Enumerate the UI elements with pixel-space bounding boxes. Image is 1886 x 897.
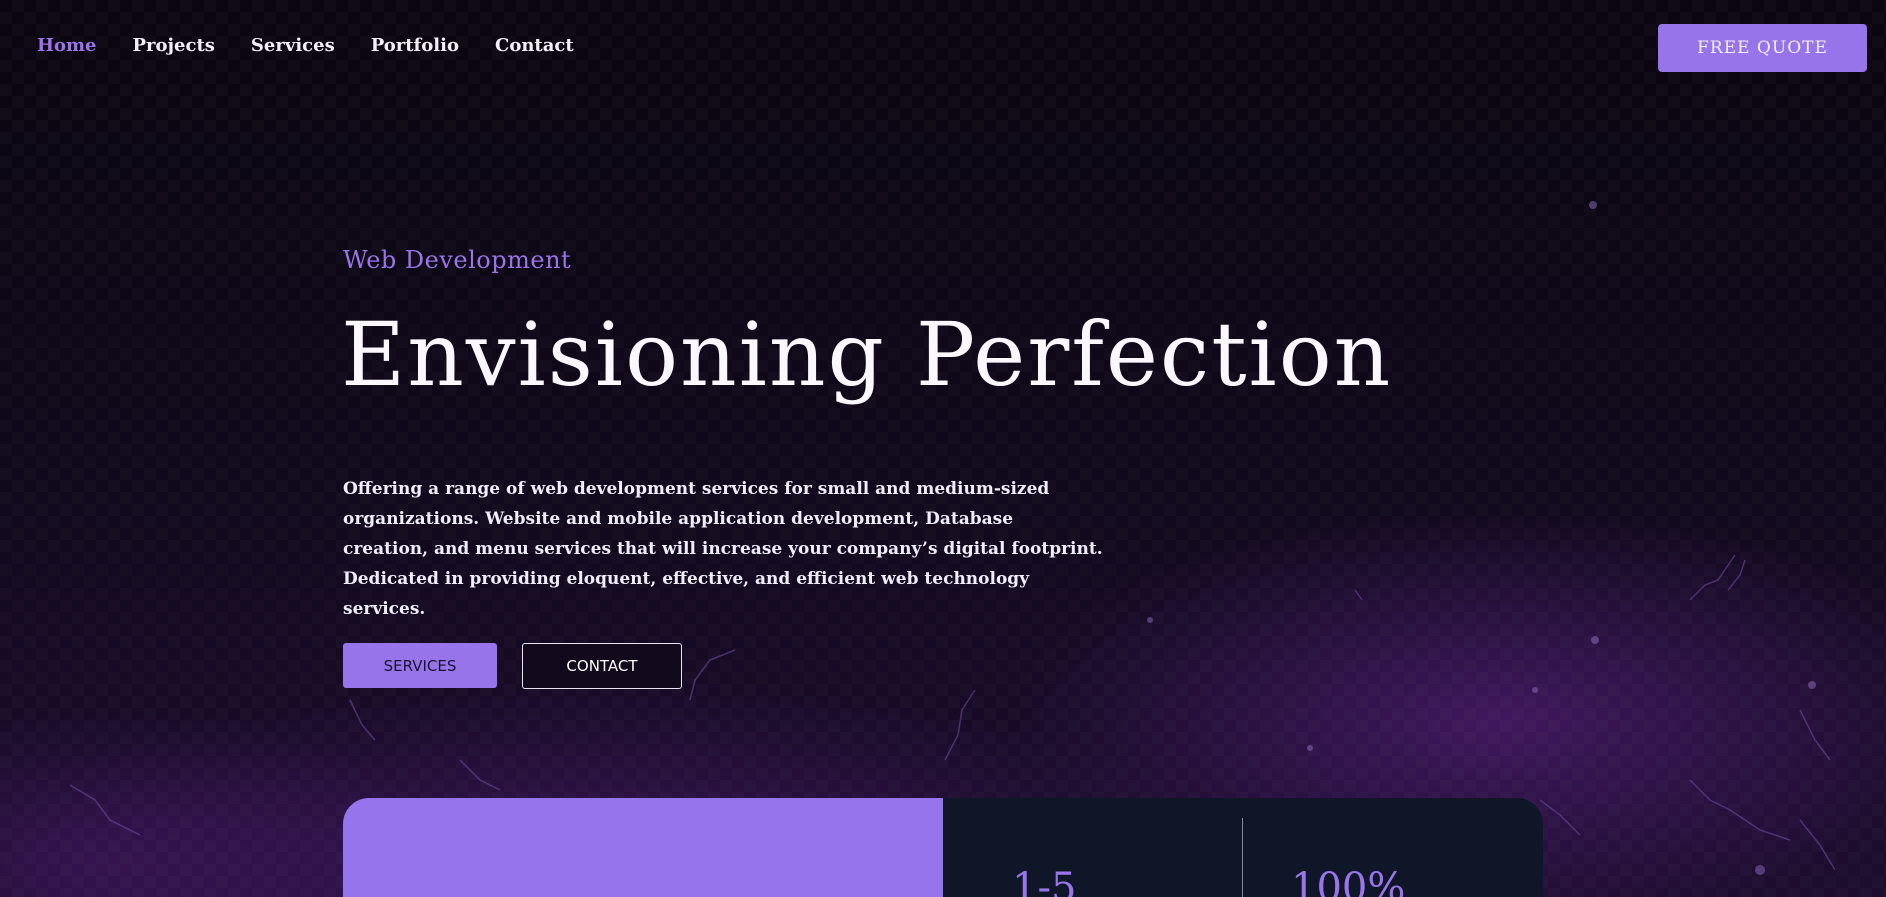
nav-link-home[interactable]: Home: [37, 34, 97, 58]
stats-divider: [1242, 818, 1243, 897]
nav-link-portfolio[interactable]: Portfolio: [371, 34, 459, 58]
nav-link-services[interactable]: Services: [251, 34, 335, 58]
hero-eyebrow: Web Development: [343, 246, 572, 274]
hero-description: Offering a range of web development serv…: [343, 479, 1103, 619]
background-texture: [0, 0, 1886, 897]
services-button[interactable]: SERVICES: [343, 643, 497, 688]
hero-title: Envisioning Perfection: [341, 303, 1393, 406]
stats-card: 1-5 100%: [343, 798, 1543, 897]
lightning-decoration: [69, 201, 1836, 875]
nav-link-projects[interactable]: Projects: [133, 34, 215, 58]
stats-card-dark-panel: 1-5 100%: [943, 798, 1543, 897]
contact-button[interactable]: CONTACT: [522, 643, 682, 689]
page: Home Projects Services Portfolio Contact…: [0, 0, 1886, 897]
stat-value: 1-5: [1012, 865, 1077, 897]
stat-value: 100%: [1291, 865, 1406, 897]
nav-links: Home Projects Services Portfolio Contact: [37, 34, 610, 58]
free-quote-button[interactable]: FREE QUOTE: [1658, 24, 1867, 72]
stats-card-accent-panel: [343, 798, 943, 897]
nav-link-contact[interactable]: Contact: [495, 34, 574, 58]
top-nav: Home Projects Services Portfolio Contact…: [0, 0, 1886, 94]
